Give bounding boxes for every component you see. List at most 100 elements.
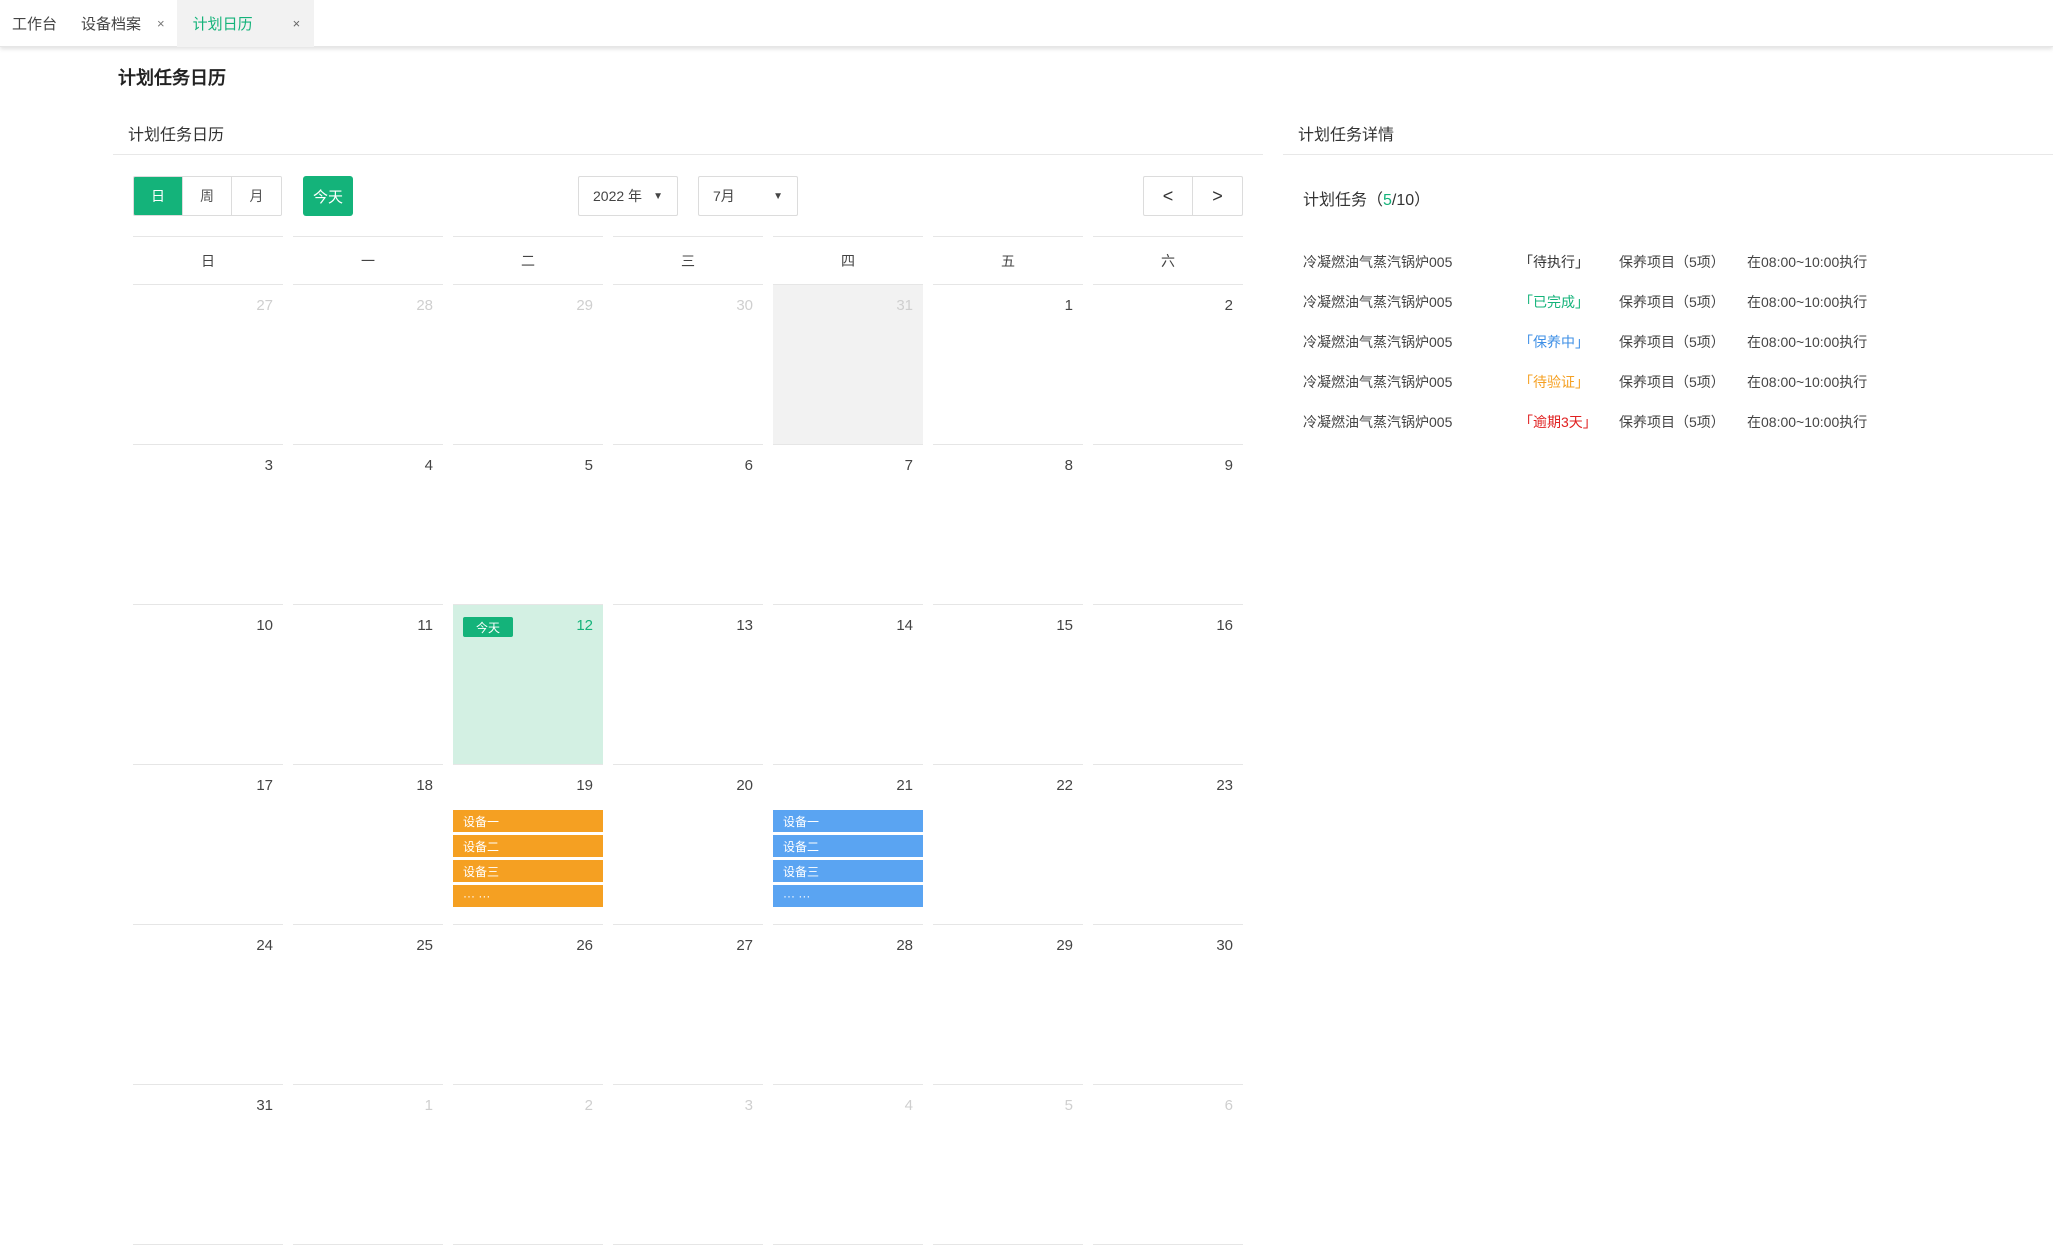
calendar-day[interactable]: 21 设备一设备二设备三 ··· ··· xyxy=(773,765,923,925)
calendar-day[interactable]: 25 xyxy=(293,925,443,1085)
calendar-event[interactable]: 设备一 xyxy=(453,810,603,832)
calendar-day[interactable]: 22 xyxy=(933,765,1083,925)
calendar-day[interactable]: 5 xyxy=(453,445,603,605)
calendar-day[interactable]: 16 xyxy=(1093,605,1243,765)
calendar-day[interactable]: 3 xyxy=(133,445,283,605)
day-event-list: 设备一设备二设备三 ··· ··· xyxy=(453,810,603,910)
task-detail-title: 计划任务详情 xyxy=(1283,112,2053,155)
calendar-event[interactable]: 设备二 xyxy=(773,835,923,857)
calendar-day[interactable]: 14 xyxy=(773,605,923,765)
calendar-day[interactable]: 2 xyxy=(453,1085,603,1245)
year-select-value: 2022 年 xyxy=(593,188,643,204)
calendar-day[interactable]: 17 xyxy=(133,765,283,925)
calendar-day[interactable]: 28 xyxy=(293,285,443,445)
close-icon[interactable]: × xyxy=(293,16,301,31)
calendar-day[interactable]: 4 xyxy=(293,445,443,605)
calendar-day[interactable]: 13 xyxy=(613,605,763,765)
calendar-event[interactable]: ··· ··· xyxy=(773,885,923,907)
today-button[interactable]: 今天 xyxy=(303,176,353,216)
calendar-day[interactable]: 1 xyxy=(293,1085,443,1245)
weekday-label: 一 xyxy=(293,236,443,285)
calendar-day[interactable]: 8 xyxy=(933,445,1083,605)
calendar-day[interactable]: 29 xyxy=(933,925,1083,1085)
task-list: 冷凝燃油气蒸汽锅炉005 「待执行」 保养项目（5项） 在08:00~10:00执行冷… xyxy=(1303,242,2043,442)
view-day-button[interactable]: 日 xyxy=(134,177,183,215)
tab-label: 计划日历 xyxy=(192,16,253,33)
calendar-day[interactable]: 23 xyxy=(1093,765,1243,925)
task-row[interactable]: 冷凝燃油气蒸汽锅炉005 「已完成」 保养项目（5项） 在08:00~10:00执行 xyxy=(1303,282,2043,322)
day-number: 28 xyxy=(416,297,433,314)
calendar-day[interactable]: 10 xyxy=(133,605,283,765)
month-select[interactable]: 7月 ▼ xyxy=(698,176,798,216)
calendar-day[interactable]: 31 xyxy=(133,1085,283,1245)
calendar-day[interactable]: 27 xyxy=(613,925,763,1085)
calendar-day[interactable]: 26 xyxy=(453,925,603,1085)
next-month-button[interactable]: > xyxy=(1193,177,1242,215)
calendar-event[interactable]: 设备三 xyxy=(453,860,603,882)
task-device-name: 冷凝燃油气蒸汽锅炉005 xyxy=(1303,374,1453,390)
day-number: 20 xyxy=(736,777,753,794)
calendar-event[interactable]: 设备三 xyxy=(773,860,923,882)
tab-plan-calendar[interactable]: 计划日历 × xyxy=(176,0,315,47)
calendar-event[interactable]: ··· ··· xyxy=(453,885,603,907)
calendar-day[interactable]: 18 xyxy=(293,765,443,925)
prev-month-button[interactable]: < xyxy=(1144,177,1193,215)
task-device-name: 冷凝燃油气蒸汽锅炉005 xyxy=(1303,414,1453,430)
calendar-day[interactable]: 29 xyxy=(453,285,603,445)
weekday-label: 五 xyxy=(933,236,1083,285)
calendar-day[interactable]: 30 xyxy=(613,285,763,445)
calendar-day[interactable]: 9 xyxy=(1093,445,1243,605)
day-number: 5 xyxy=(1064,1097,1073,1114)
calendar-day[interactable]: 4 xyxy=(773,1085,923,1245)
close-icon[interactable]: × xyxy=(157,16,165,31)
calendar-day[interactable]: 27 xyxy=(133,285,283,445)
calendar-day[interactable]: 20 xyxy=(613,765,763,925)
calendar-day[interactable]: 7 xyxy=(773,445,923,605)
view-month-button[interactable]: 月 xyxy=(232,177,281,215)
month-calendar: 日一二三四五六 27 28 29 30 31 1 2 3 4 5 6 7 8 9 10 11 今天 12 13 14 1… xyxy=(133,236,1243,1245)
task-row[interactable]: 冷凝燃油气蒸汽锅炉005 「保养中」 保养项目（5项） 在08:00~10:00执行 xyxy=(1303,322,2043,362)
day-number: 23 xyxy=(1216,777,1233,794)
calendar-event[interactable]: 设备一 xyxy=(773,810,923,832)
calendar-day[interactable]: 30 xyxy=(1093,925,1243,1085)
tab-bar: 工作台 设备档案 × 计划日历 × xyxy=(0,0,2053,47)
weekday-label: 日 xyxy=(133,236,283,285)
calendar-day[interactable]: 11 xyxy=(293,605,443,765)
calendar-day[interactable]: 19 设备一 设备二 设备三 ··· ··· xyxy=(453,765,603,925)
calendar-day[interactable]: 1 xyxy=(933,285,1083,445)
weekday-header: 日一二三四五六 xyxy=(133,236,1243,285)
tab-workbench[interactable]: 工作台 xyxy=(0,0,69,47)
calendar-day[interactable]: 6 xyxy=(613,445,763,605)
calendar-day[interactable]: 2 xyxy=(1093,285,1243,445)
day-number: 3 xyxy=(744,1097,753,1114)
task-maintenance-items: 保养项目（5项） xyxy=(1619,414,1725,430)
day-number: 16 xyxy=(1216,617,1233,634)
chevron-right-icon: > xyxy=(1212,185,1223,206)
calendar-day[interactable]: 3 xyxy=(613,1085,763,1245)
calendar-day[interactable]: 15 xyxy=(933,605,1083,765)
task-summary-label: 计划任务（ xyxy=(1303,192,1384,209)
calendar-event[interactable]: 设备二 xyxy=(453,835,603,857)
task-row[interactable]: 冷凝燃油气蒸汽锅炉005 「待验证」 保养项目（5项） 在08:00~10:00执行 xyxy=(1303,362,2043,402)
calendar-week-row: 31 1 2 3 4 5 6 xyxy=(133,1085,1243,1245)
day-number: 2 xyxy=(584,1097,593,1114)
calendar-day-today[interactable]: 今天 12 xyxy=(453,605,603,765)
day-number: 4 xyxy=(424,457,433,474)
calendar-day[interactable]: 24 xyxy=(133,925,283,1085)
calendar-day[interactable]: 28 xyxy=(773,925,923,1085)
calendar-day[interactable]: 31 xyxy=(773,285,923,445)
calendar-day[interactable]: 5 xyxy=(933,1085,1083,1245)
weekday-label: 三 xyxy=(613,236,763,285)
task-row[interactable]: 冷凝燃油气蒸汽锅炉005 「待执行」 保养项目（5项） 在08:00~10:00执行 xyxy=(1303,242,2043,282)
task-row[interactable]: 冷凝燃油气蒸汽锅炉005 「逾期3天」 保养项目（5项） 在08:00~10:00执行 xyxy=(1303,402,2043,442)
task-time: 在08:00~10:00执行 xyxy=(1747,334,1868,350)
view-week-button[interactable]: 周 xyxy=(183,177,232,215)
tab-device-archive[interactable]: 设备档案 × xyxy=(69,0,177,47)
day-number: 28 xyxy=(896,937,913,954)
task-time: 在08:00~10:00执行 xyxy=(1747,294,1868,310)
day-number: 27 xyxy=(736,937,753,954)
day-number: 10 xyxy=(256,617,273,634)
day-number: 21 xyxy=(896,777,913,794)
calendar-day[interactable]: 6 xyxy=(1093,1085,1243,1245)
year-select[interactable]: 2022 年 ▼ xyxy=(578,176,678,216)
